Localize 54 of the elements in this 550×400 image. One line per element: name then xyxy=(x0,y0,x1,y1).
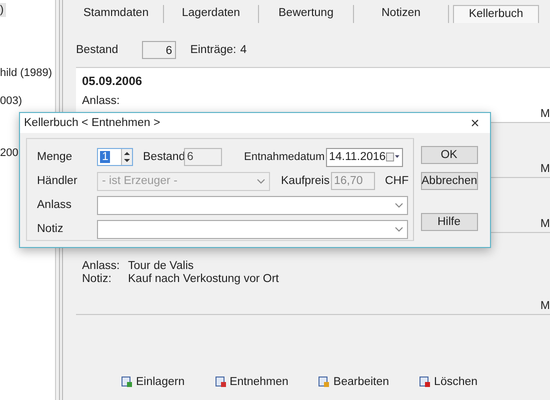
occasion-label: Anlass: xyxy=(82,260,120,273)
list-item[interactable]: hild (1989) xyxy=(0,66,54,80)
entries-label: Einträge: xyxy=(190,44,236,56)
note-dropdown[interactable] xyxy=(97,220,408,238)
action-button[interactable]: Bearbeiten xyxy=(318,376,390,388)
chevron-down-icon xyxy=(395,202,403,208)
price-label: Kaufpreis xyxy=(281,175,331,187)
tab[interactable]: Notizen xyxy=(354,5,449,23)
tab[interactable]: Kellerbuch xyxy=(453,5,539,23)
entry-card[interactable]: Anlass: Tour de Valis Notiz: Kauf nach Verkostung vor Ort M xyxy=(76,260,550,315)
dialog-button[interactable]: Hilfe xyxy=(420,213,478,231)
tab[interactable]: Lagerdaten xyxy=(164,5,259,23)
entry-text: M xyxy=(540,108,550,120)
note-label: Notiz xyxy=(37,223,64,235)
chevron-down-icon xyxy=(395,226,403,232)
action-button[interactable]: Einlagern xyxy=(121,376,185,388)
action-button[interactable]: Entnehmen xyxy=(214,376,288,388)
note-label: Notiz: xyxy=(82,273,112,286)
tab[interactable]: Stammdaten xyxy=(69,5,164,23)
book-icon xyxy=(121,376,133,388)
list-item[interactable]: 200 xyxy=(0,146,20,160)
stock-label: Bestand xyxy=(76,44,118,56)
calendar-icon xyxy=(386,152,400,162)
dealer-label: Händler xyxy=(37,175,78,187)
book-icon xyxy=(419,376,432,388)
entry-text: M xyxy=(540,218,550,230)
spin-arrows-icon xyxy=(121,149,132,165)
entry-text: M xyxy=(540,163,550,175)
list-item[interactable]: ) xyxy=(0,3,6,17)
book-icon xyxy=(214,376,227,388)
entry-date: 05.09.2006 xyxy=(82,74,144,88)
dialog-button[interactable]: OK xyxy=(420,146,478,164)
entries-count: 4 xyxy=(240,44,247,56)
stock-label: Bestand xyxy=(143,151,184,163)
date-label: Entnahmedatum xyxy=(244,151,326,163)
occasion-dropdown[interactable] xyxy=(97,196,408,214)
chevron-down-icon xyxy=(257,178,265,184)
entry-text: M xyxy=(540,300,550,312)
occasion-label: Anlass: xyxy=(82,95,120,108)
book-icon xyxy=(318,376,330,388)
note-text: Kauf nach Verkostung vor Ort xyxy=(128,273,279,286)
occasion-label: Anlass xyxy=(37,199,73,211)
stock-field: 6 xyxy=(142,41,176,59)
list-item[interactable]: 003) xyxy=(0,94,24,108)
action-button[interactable]: Löschen xyxy=(419,376,478,388)
dialog-button[interactable]: Abbrechen xyxy=(420,172,478,190)
quantity-label: Menge xyxy=(37,151,74,163)
date-picker[interactable]: 14.11.2016 xyxy=(326,148,403,166)
stock-field: 6 xyxy=(184,148,222,166)
occasion-text: Tour de Valis xyxy=(128,260,194,273)
currency-label: CHF xyxy=(385,175,409,187)
quantity-spinner[interactable]: 1 xyxy=(97,148,133,166)
price-field: 16,70 xyxy=(331,172,375,190)
tab[interactable]: Bewertung xyxy=(259,5,354,23)
